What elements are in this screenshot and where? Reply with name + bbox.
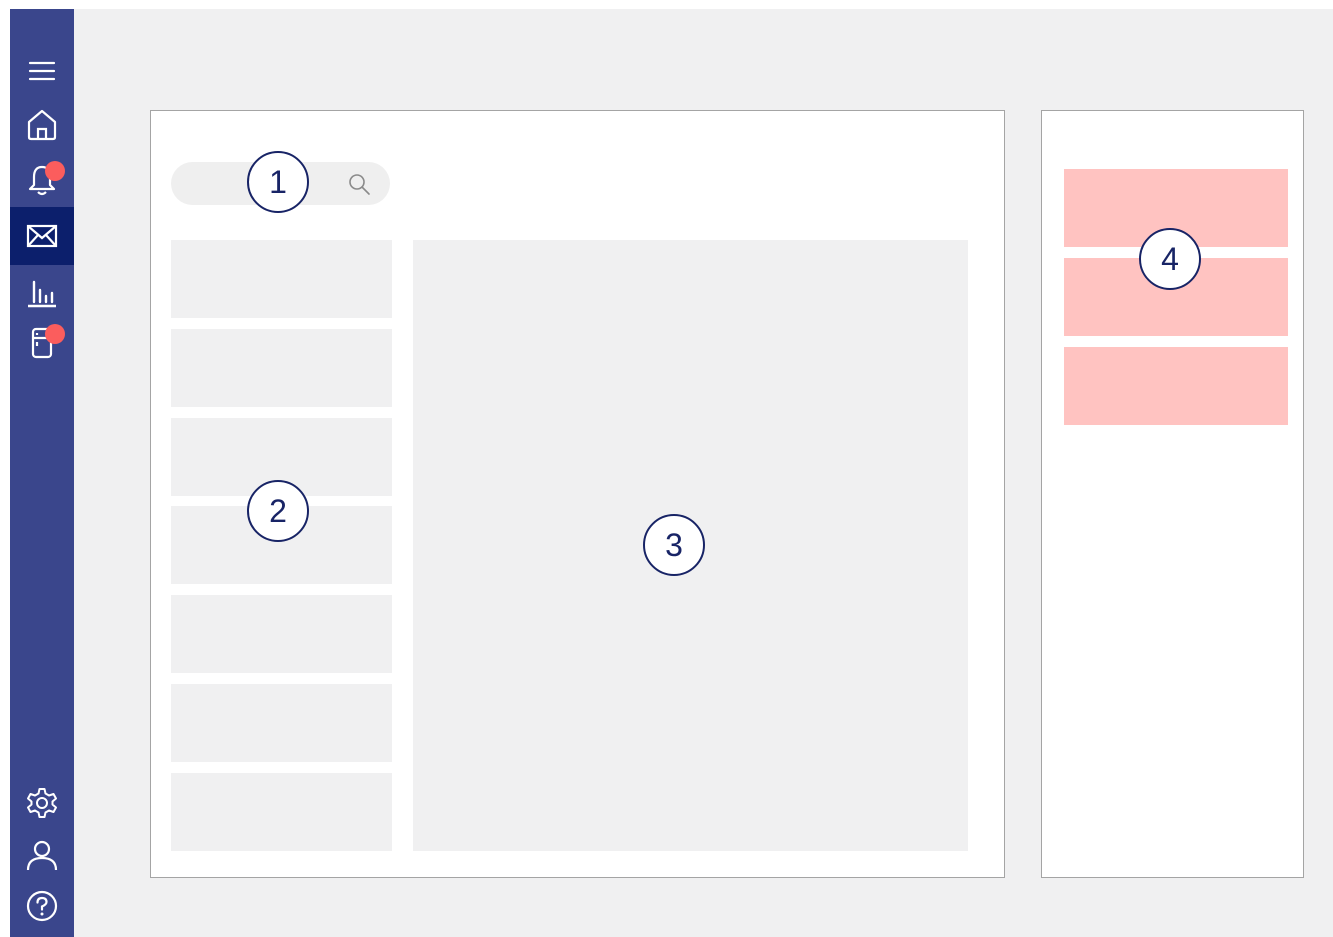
- app-window: 1 2 3 4: [10, 9, 1333, 937]
- sidebar-item-notifications[interactable]: [10, 151, 74, 209]
- sidebar-item-help[interactable]: [10, 877, 74, 935]
- sidebar-item-devices[interactable]: [10, 314, 74, 372]
- bar-chart-icon: [28, 280, 56, 308]
- sidebar-item-profile[interactable]: [10, 826, 74, 884]
- search-icon[interactable]: [346, 171, 372, 197]
- mail-icon: [26, 224, 58, 248]
- menu-icon: [28, 61, 56, 81]
- sidebar-nav: [10, 9, 74, 937]
- annotation-marker-3: 3: [643, 514, 705, 576]
- list-item[interactable]: [171, 773, 392, 851]
- list-item[interactable]: [171, 684, 392, 762]
- list-item[interactable]: [171, 240, 392, 318]
- sidebar-item-messages[interactable]: [10, 207, 74, 265]
- home-icon: [27, 109, 57, 141]
- notification-badge: [45, 161, 65, 181]
- side-card[interactable]: [1064, 347, 1288, 425]
- annotation-marker-1: 1: [247, 151, 309, 213]
- question-icon: [26, 890, 58, 922]
- sidebar-item-menu[interactable]: [10, 42, 74, 100]
- gear-icon: [27, 788, 57, 818]
- sidebar-item-settings[interactable]: [10, 774, 74, 832]
- annotation-marker-4: 4: [1139, 228, 1201, 290]
- user-icon: [26, 840, 58, 871]
- list-item[interactable]: [171, 329, 392, 407]
- devices-badge: [45, 324, 65, 344]
- list-item[interactable]: [171, 595, 392, 673]
- annotation-marker-2: 2: [247, 480, 309, 542]
- side-panel: [1041, 110, 1304, 878]
- sidebar-item-home[interactable]: [10, 96, 74, 154]
